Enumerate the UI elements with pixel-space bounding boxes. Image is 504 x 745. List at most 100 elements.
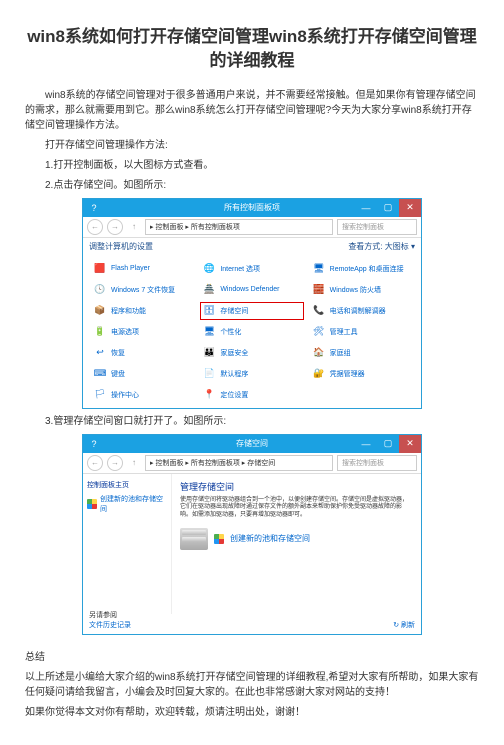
cp-item-label: 凭据管理器 <box>330 369 365 379</box>
cp-icon: 🌐 <box>202 262 216 276</box>
sidebar-create-link[interactable]: 创建新的池和存储空间 <box>87 494 167 514</box>
create-pool-link[interactable]: 创建新的池和存储空间 <box>180 528 413 550</box>
refresh-link[interactable]: ↻ 刷新 <box>393 620 415 630</box>
cp-icon: 📍 <box>202 388 216 402</box>
cp-item-label: Windows 7 文件恢复 <box>111 285 175 295</box>
window-title: 所有控制面板项 <box>224 202 280 213</box>
cp-item-7[interactable]: 🗄 存储空间 <box>200 302 303 320</box>
cp-item-label: RemoteApp 和桌面连接 <box>330 264 404 274</box>
cp-item-label: 家庭组 <box>330 348 351 358</box>
cp-item-label: 电源选项 <box>111 327 139 337</box>
cp-item-label: 键盘 <box>111 369 125 379</box>
cp-icon: 📞 <box>312 304 326 318</box>
cp-icon: 🧱 <box>312 283 326 297</box>
cp-item-13[interactable]: 👪 家庭安全 <box>200 344 303 362</box>
cp-item-label: 管理工具 <box>330 327 358 337</box>
main-heading: 管理存储空间 <box>180 480 413 493</box>
cp-item-19[interactable]: 📍 定位设置 <box>200 386 303 404</box>
maximize-button[interactable]: ▢ <box>377 435 399 453</box>
cp-icon: 🗄 <box>202 304 216 318</box>
cp-icon: 📦 <box>93 304 107 318</box>
minimize-button[interactable]: — <box>355 435 377 453</box>
cp-icon: 🔋 <box>93 325 107 339</box>
cp-icon: 🛠 <box>312 325 326 339</box>
cp-item-label: 电话和调制解调器 <box>330 306 386 316</box>
back-button[interactable]: ← <box>87 219 103 235</box>
breadcrumb[interactable]: ▸ 控制面板 ▸ 所有控制面板项 ▸ 存储空间 <box>145 455 333 471</box>
breadcrumb[interactable]: ▸ 控制面板 ▸ 所有控制面板项 <box>145 219 333 235</box>
cp-item-4[interactable]: 🏯 Windows Defender <box>200 281 303 299</box>
shield-icon <box>87 499 97 509</box>
close-button[interactable]: ✕ <box>399 435 421 453</box>
screenshot-control-panel: ? 所有控制面板项 — ▢ ✕ ← → ↑ ▸ 控制面板 ▸ 所有控制面板项 搜… <box>82 198 422 409</box>
cp-item-label: 家庭安全 <box>220 348 248 358</box>
up-button[interactable]: ↑ <box>127 456 141 470</box>
cp-item-1[interactable]: 🌐 Internet 选项 <box>200 260 303 278</box>
back-button[interactable]: ← <box>87 455 103 471</box>
cp-item-9[interactable]: 🔋 电源选项 <box>91 323 194 341</box>
help-icon[interactable]: ? <box>85 435 103 453</box>
cp-item-16[interactable]: 📄 默认程序 <box>200 365 303 383</box>
summary-heading: 总结 <box>25 650 479 665</box>
cp-icon: 🔐 <box>312 367 326 381</box>
cp-item-label: Internet 选项 <box>220 264 260 274</box>
cp-item-15[interactable]: ⌨ 键盘 <box>91 365 194 383</box>
search-input[interactable]: 搜索控制面板 <box>337 219 417 235</box>
forward-button[interactable]: → <box>107 455 123 471</box>
cp-item-3[interactable]: 🕓 Windows 7 文件恢复 <box>91 281 194 299</box>
cp-icon: 📄 <box>202 367 216 381</box>
cp-item-0[interactable]: 🟥Flash Player <box>91 260 194 278</box>
cp-icon: ⌨ <box>93 367 107 381</box>
cp-item-18[interactable]: 🏳 操作中心 <box>91 386 194 404</box>
cp-item-2[interactable]: 🖥 RemoteApp 和桌面连接 <box>310 260 413 278</box>
cp-item-label: 存储空间 <box>220 306 248 316</box>
cp-icon: 🏯 <box>202 283 216 297</box>
cp-item-8[interactable]: 📞 电话和调制解调器 <box>310 302 413 320</box>
minimize-button[interactable]: — <box>355 199 377 217</box>
close-button[interactable]: ✕ <box>399 199 421 217</box>
seealso-link[interactable]: 文件历史记录 <box>89 620 131 630</box>
steps-heading: 打开存储空间管理操作方法: <box>45 138 479 153</box>
cp-icon: 🕓 <box>93 283 107 297</box>
seealso-heading: 另请参阅 <box>89 610 131 620</box>
help-icon[interactable]: ? <box>85 199 103 217</box>
cp-heading: 调整计算机的设置 <box>89 241 153 252</box>
cp-item-label: 默认程序 <box>220 369 248 379</box>
cp-icon: 🏳 <box>93 388 107 402</box>
description-text: 使用存储空间将驱动器组合到一个池中，以便创建存储空间。存储空间是虚拟驱动器，它们… <box>180 497 413 520</box>
up-button[interactable]: ↑ <box>127 220 141 234</box>
step-2: 2.点击存储空间。如图所示: <box>45 178 479 193</box>
summary-paragraph-2: 如果你觉得本文对你有帮助，欢迎转载，烦请注明出处，谢谢！ <box>25 705 479 720</box>
cp-item-label: 操作中心 <box>111 390 139 400</box>
step-1: 1.打开控制面板，以大图标方式查看。 <box>45 158 479 173</box>
cp-icon: 🖥 <box>202 325 216 339</box>
forward-button[interactable]: → <box>107 219 123 235</box>
toolbar: ← → ↑ ▸ 控制面板 ▸ 所有控制面板项 ▸ 存储空间 搜索控制面板 <box>83 453 421 474</box>
summary-paragraph-1: 以上所述是小编给大家介绍的win8系统打开存储空间管理的详细教程,希望对大家有所… <box>25 670 479 700</box>
cp-icon: 👪 <box>202 346 216 360</box>
search-input[interactable]: 搜索控制面板 <box>337 455 417 471</box>
intro-paragraph: win8系统的存储空间管理对于很多普通用户来说，并不需要经常接触。但是如果你有管… <box>25 88 479 133</box>
sidebar-heading: 控制面板主页 <box>87 480 167 490</box>
window-titlebar: ? 存储空间 — ▢ ✕ <box>83 435 421 453</box>
step-3: 3.管理存储空间窗口就打开了。如图所示: <box>45 414 479 429</box>
cp-icon: 🏠 <box>312 346 326 360</box>
maximize-button[interactable]: ▢ <box>377 199 399 217</box>
window-titlebar: ? 所有控制面板项 — ▢ ✕ <box>83 199 421 217</box>
cp-item-5[interactable]: 🧱Windows 防火墙 <box>310 281 413 299</box>
cp-item-10[interactable]: 🖥个性化 <box>200 323 303 341</box>
cp-item-label: Windows Defender <box>220 286 279 293</box>
cp-item-14[interactable]: 🏠 家庭组 <box>310 344 413 362</box>
toolbar: ← → ↑ ▸ 控制面板 ▸ 所有控制面板项 搜索控制面板 <box>83 217 421 238</box>
cp-item-17[interactable]: 🔐 凭据管理器 <box>310 365 413 383</box>
cp-icon: 🖥 <box>312 262 326 276</box>
view-mode-dropdown[interactable]: 查看方式: 大图标 ▾ <box>348 241 415 252</box>
cp-item-11[interactable]: 🛠 管理工具 <box>310 323 413 341</box>
window-title: 存储空间 <box>236 438 268 449</box>
cp-item-12[interactable]: ↩恢复 <box>91 344 194 362</box>
cp-item-6[interactable]: 📦程序和功能 <box>91 302 194 320</box>
screenshot-storage-spaces: ? 存储空间 — ▢ ✕ ← → ↑ ▸ 控制面板 ▸ 所有控制面板项 ▸ 存储… <box>82 434 422 635</box>
cp-item-label: 定位设置 <box>220 390 248 400</box>
cp-item-label: Flash Player <box>111 265 150 272</box>
cp-item-label: 恢复 <box>111 348 125 358</box>
